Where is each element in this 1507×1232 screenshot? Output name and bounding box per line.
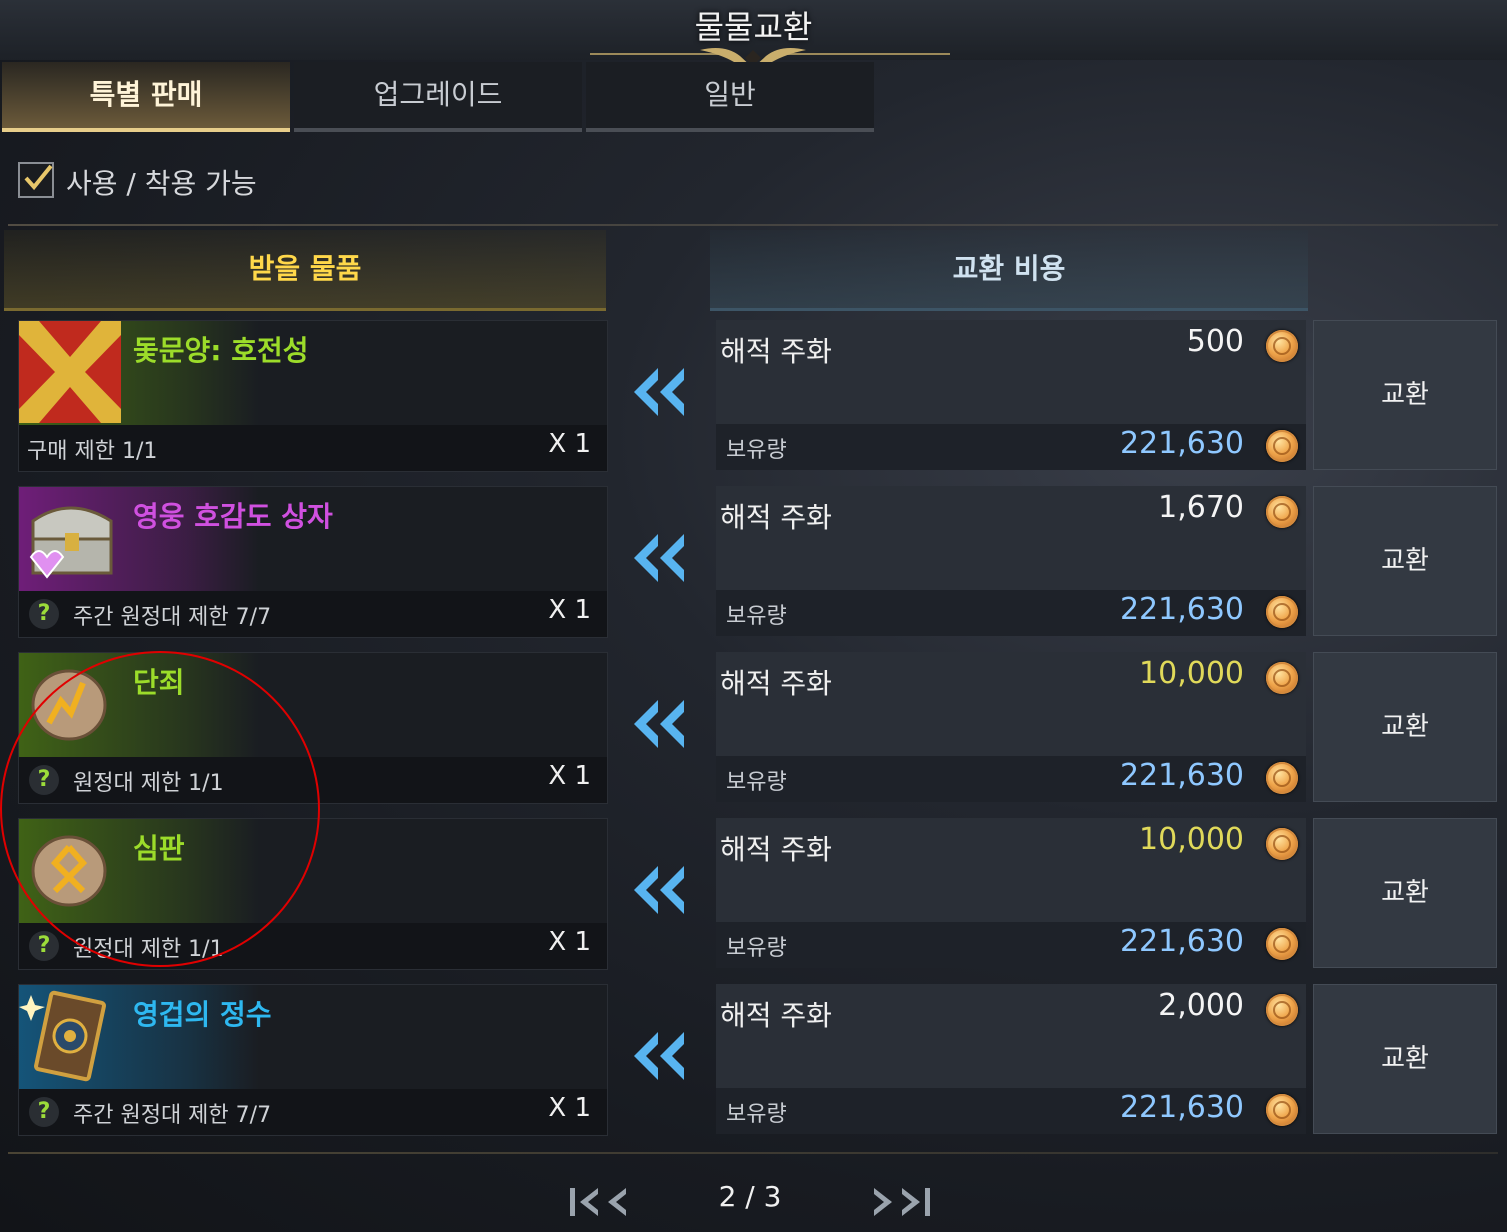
help-icon[interactable]: ? (29, 599, 59, 629)
item-limit-bar: 구매 제한 1/1 X 1 (19, 425, 607, 471)
cost-panel: 해적 주화 10,000 보유량 221,630 (716, 818, 1306, 968)
double-chevron-left-icon (634, 1032, 684, 1080)
price: 10,000 (1139, 656, 1244, 691)
item-quantity: X 1 (548, 761, 591, 791)
item-quantity: X 1 (548, 927, 591, 957)
last-page-icon[interactable] (868, 1180, 934, 1224)
held-amount: 221,630 (1119, 592, 1244, 627)
purchase-limit: 주간 원정대 제한 7/7 (73, 605, 272, 630)
double-chevron-left-icon (634, 866, 684, 914)
currency-name: 해적 주화 (720, 335, 832, 368)
price: 1,670 (1158, 490, 1244, 525)
exchange-button[interactable]: 교환 (1313, 652, 1497, 802)
held-amount: 221,630 (1119, 758, 1244, 793)
held-bar: 보유량 221,630 (716, 1088, 1306, 1134)
tab-special-sale[interactable]: 특별 판매 (2, 62, 290, 132)
held-bar: 보유량 221,630 (716, 756, 1306, 802)
held-label: 보유량 (726, 604, 787, 629)
exchange-row: 영웅 호감도 상자 ? 주간 원정대 제한 7/7 X 1 해적 주화 1,67… (0, 486, 1507, 646)
pirate-coin-icon (1266, 662, 1298, 694)
pirate-coin-icon (1266, 762, 1298, 794)
held-label: 보유량 (726, 1102, 787, 1127)
cost-panel: 해적 주화 2,000 보유량 221,630 (716, 984, 1306, 1134)
item-quantity: X 1 (548, 1093, 591, 1123)
item-name: 영웅 호감도 상자 (133, 500, 333, 533)
price: 500 (1186, 324, 1244, 359)
exchange-row: 영겁의 정수 ? 주간 원정대 제한 7/7 X 1 해적 주화 2,000 보… (0, 984, 1507, 1144)
price: 2,000 (1158, 988, 1244, 1023)
held-amount: 221,630 (1119, 924, 1244, 959)
pirate-coin-icon (1266, 828, 1298, 860)
double-chevron-left-icon (634, 368, 684, 416)
held-bar: 보유량 221,630 (716, 424, 1306, 470)
price: 10,000 (1139, 822, 1244, 857)
currency-name: 해적 주화 (720, 833, 832, 866)
purchase-limit: 주간 원정대 제한 7/7 (73, 1103, 272, 1128)
held-amount: 221,630 (1119, 426, 1244, 461)
exchange-row: 돛문양: 호전성 구매 제한 1/1 X 1 해적 주화 500 보유량 221… (0, 320, 1507, 480)
item-panel: 돛문양: 호전성 구매 제한 1/1 X 1 (18, 320, 608, 472)
window-title: 물물교환 (694, 8, 813, 46)
help-icon[interactable]: ? (29, 1097, 59, 1127)
held-amount: 221,630 (1119, 1090, 1244, 1125)
tab-upgrade[interactable]: 업그레이드 (294, 62, 582, 132)
held-bar: 보유량 221,630 (716, 590, 1306, 636)
treasure-chest-icon[interactable] (19, 487, 121, 589)
usable-checkbox[interactable] (18, 162, 54, 198)
receive-column-header: 받을 물품 (4, 230, 606, 311)
purchase-limit: 구매 제한 1/1 (27, 439, 158, 464)
card-icon[interactable] (19, 985, 121, 1087)
pirate-coin-icon (1266, 496, 1298, 528)
exchange-button[interactable]: 교환 (1313, 818, 1497, 968)
help-icon[interactable]: ? (29, 931, 59, 961)
cost-column-header: 교환 비용 (710, 230, 1308, 311)
item-limit-bar: ? 주간 원정대 제한 7/7 X 1 (19, 591, 607, 637)
exchange-button[interactable]: 교환 (1313, 486, 1497, 636)
held-bar: 보유량 221,630 (716, 922, 1306, 968)
pirate-coin-icon (1266, 1094, 1298, 1126)
item-quantity: X 1 (548, 429, 591, 459)
item-name: 영겁의 정수 (133, 998, 272, 1031)
cost-panel: 해적 주화 500 보유량 221,630 (716, 320, 1306, 470)
double-chevron-left-icon (634, 534, 684, 582)
currency-name: 해적 주화 (720, 501, 832, 534)
pirate-coin-icon (1266, 596, 1298, 628)
footer-divider (8, 1152, 1498, 1154)
item-panel: 영웅 호감도 상자 ? 주간 원정대 제한 7/7 X 1 (18, 486, 608, 638)
annotation-circle (0, 651, 320, 967)
item-limit-bar: ? 주간 원정대 제한 7/7 X 1 (19, 1089, 607, 1135)
usable-filter-label: 사용 / 착용 가능 (66, 167, 257, 200)
held-label: 보유량 (726, 770, 787, 795)
pirate-coin-icon (1266, 430, 1298, 462)
currency-name: 해적 주화 (720, 999, 832, 1032)
pirate-coin-icon (1266, 330, 1298, 362)
double-chevron-left-icon (634, 700, 684, 748)
pirate-coin-icon (1266, 994, 1298, 1026)
checkmark-icon (24, 164, 53, 191)
flag-x-icon[interactable] (19, 321, 121, 423)
held-label: 보유량 (726, 438, 787, 463)
cost-panel: 해적 주화 1,670 보유량 221,630 (716, 486, 1306, 636)
first-page-icon[interactable] (566, 1180, 632, 1224)
currency-name: 해적 주화 (720, 667, 832, 700)
tab-general[interactable]: 일반 (586, 62, 874, 132)
pirate-coin-icon (1266, 928, 1298, 960)
item-panel: 영겁의 정수 ? 주간 원정대 제한 7/7 X 1 (18, 984, 608, 1136)
exchange-button[interactable]: 교환 (1313, 320, 1497, 470)
held-label: 보유량 (726, 936, 787, 961)
cost-panel: 해적 주화 10,000 보유량 221,630 (716, 652, 1306, 802)
item-quantity: X 1 (548, 595, 591, 625)
divider (8, 224, 1498, 226)
tab-bar: 특별 판매 업그레이드 일반 (0, 62, 880, 132)
exchange-button[interactable]: 교환 (1313, 984, 1497, 1134)
item-name: 돛문양: 호전성 (133, 334, 309, 367)
page-indicator: 2 / 3 (718, 1180, 782, 1213)
